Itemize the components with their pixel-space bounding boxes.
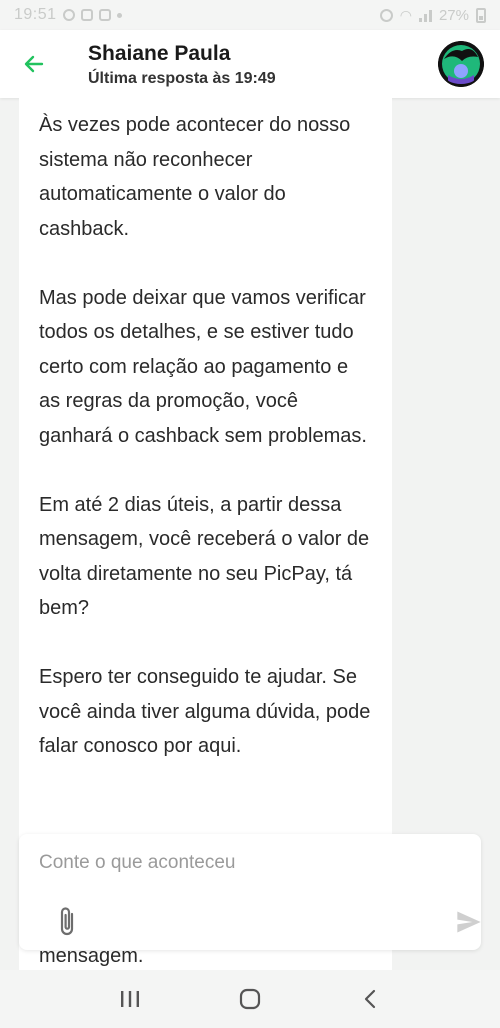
paperclip-icon: [60, 907, 74, 936]
chat-header: Shaiane Paula Última resposta às 19:49: [0, 30, 500, 98]
nav-back-button[interactable]: [350, 979, 390, 1019]
contact-info: Shaiane Paula Última resposta às 19:49: [68, 41, 438, 88]
send-icon: [457, 911, 481, 933]
message-input[interactable]: [39, 848, 459, 878]
message-paragraph: Em até 2 dias úteis, a partir dessa mens…: [39, 493, 370, 620]
attach-button[interactable]: [57, 906, 79, 938]
signal-icon: [418, 9, 432, 22]
message-paragraph: Às vezes pode acontecer do nosso sistema…: [39, 114, 351, 240]
contact-name: Shaiane Paula: [88, 41, 231, 65]
status-bar: 19:51 ◠ 27%: [0, 0, 500, 30]
message-paragraph: Mas pode deixar que vamos verificar todo…: [39, 286, 367, 447]
message-text: Às vezes pode acontecer do nosso sistema…: [39, 108, 374, 764]
notification-icon: [62, 9, 75, 21]
photo-notification-icon: [98, 9, 111, 21]
avatar-image: [438, 41, 484, 87]
message-paragraph: Espero ter conseguido te ajudar. Se você…: [39, 666, 371, 757]
home-icon: [239, 988, 261, 1010]
last-reply-time: Última resposta às 19:49: [88, 69, 276, 87]
battery-icon: [476, 7, 486, 23]
system-nav-bar: [0, 970, 500, 1028]
arrow-left-icon: [24, 55, 44, 73]
status-time: 19:51: [14, 6, 57, 23]
send-button[interactable]: [455, 908, 483, 936]
more-notifications-icon: [116, 12, 122, 18]
recents-icon: [121, 991, 139, 1007]
back-chevron-icon: [364, 989, 376, 1009]
back-button[interactable]: [0, 30, 68, 98]
recents-button[interactable]: [110, 979, 150, 1019]
alarm-icon: [379, 8, 393, 22]
wifi-icon: ◠: [399, 6, 412, 23]
avatar[interactable]: [438, 41, 484, 87]
message-composer: [19, 834, 481, 950]
picpay-notification-icon: [80, 9, 93, 21]
home-button[interactable]: [230, 979, 270, 1019]
battery-percent: 27%: [438, 6, 469, 24]
